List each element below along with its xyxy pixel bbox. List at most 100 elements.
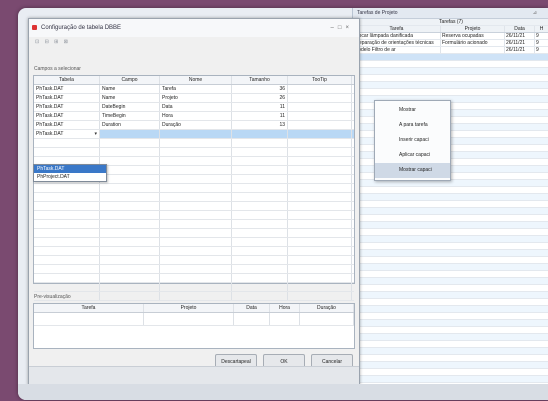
cell[interactable]: Hora xyxy=(160,112,232,120)
cell xyxy=(232,211,288,219)
menu-item-a-para-tarefa[interactable]: A para tarefa xyxy=(375,118,450,133)
cell xyxy=(100,265,160,273)
chevron-down-icon[interactable]: ▾ xyxy=(94,130,97,138)
minimize-icon[interactable]: – xyxy=(331,25,338,31)
table-row[interactable]: Preparação de orientações técnicas Formu… xyxy=(353,40,548,47)
cell[interactable] xyxy=(232,130,288,138)
column-header-duracao[interactable]: Duração xyxy=(300,304,354,312)
table-row[interactable]: PhTask.DAT Name Projeto 26 xyxy=(34,94,354,103)
column-header-tabela[interactable]: Tabela xyxy=(34,76,100,84)
empty-row xyxy=(34,238,354,247)
cell[interactable] xyxy=(288,94,352,102)
table-row[interactable]: PhTask.DAT TimeBegin Hora 11 xyxy=(34,112,354,121)
cell xyxy=(232,238,288,246)
editing-row[interactable]: PhTask.DAT ▾ xyxy=(34,130,354,139)
table-row[interactable]: Modelo Filtro de ar 26/11/21 9 xyxy=(353,47,548,54)
table-row[interactable] xyxy=(34,313,354,326)
cell xyxy=(160,139,232,147)
column-header-projeto[interactable]: Projeto xyxy=(144,304,234,312)
cell[interactable]: PhTask.DAT xyxy=(34,94,100,102)
table-row[interactable]: PhTask.DAT Duration Duração 13 xyxy=(34,121,354,130)
cell[interactable]: DateBegin xyxy=(100,103,160,111)
cell[interactable] xyxy=(288,85,352,93)
empty-row xyxy=(34,184,354,193)
cell xyxy=(34,265,100,273)
column-header-tamanho[interactable]: Tamanho xyxy=(232,76,288,84)
cell[interactable]: 36 xyxy=(232,85,288,93)
cell[interactable]: 11 xyxy=(232,112,288,120)
cell xyxy=(288,211,352,219)
menu-item-aplicar-capaci[interactable]: Aplicar capaci xyxy=(375,148,450,163)
dialog-toolbar[interactable]: ⊡ ⊟ ⊞ ⊠ xyxy=(29,37,359,47)
cell xyxy=(100,220,160,228)
dropdown-option[interactable]: PhProject.DAT xyxy=(34,173,106,181)
cell[interactable]: Projeto xyxy=(160,94,232,102)
cell[interactable]: PhTask.DAT xyxy=(34,103,100,111)
empty-row xyxy=(34,283,354,292)
table-row[interactable]: Trocar lâmpada danificada Reserva ocupad… xyxy=(353,33,548,40)
cell[interactable]: TimeBegin xyxy=(100,112,160,120)
column-header-tarefa[interactable]: Tarefa xyxy=(353,26,441,32)
cell[interactable]: PhTask.DAT xyxy=(34,85,100,93)
table-combo[interactable]: PhTask.DAT ▾ xyxy=(34,130,100,138)
table-row[interactable] xyxy=(353,54,548,61)
cell[interactable]: 13 xyxy=(232,121,288,129)
column-header-campo[interactable]: Campo xyxy=(100,76,160,84)
cell[interactable]: PhTask.DAT xyxy=(34,121,100,129)
table-row[interactable]: PhTask.DAT Name Tarefa 36 xyxy=(34,85,354,94)
cell[interactable] xyxy=(288,112,352,120)
empty-row xyxy=(34,265,354,274)
menu-item-mostrar-capaci[interactable]: Mostrar capaci xyxy=(375,163,450,178)
cell[interactable]: 11 xyxy=(232,103,288,111)
cell[interactable]: 26 xyxy=(232,94,288,102)
cell[interactable]: Name xyxy=(100,85,160,93)
column-header-data[interactable]: Data xyxy=(234,304,270,312)
cell xyxy=(288,184,352,192)
empty-row xyxy=(34,229,354,238)
column-header-hora[interactable]: Hora xyxy=(270,304,300,312)
cell[interactable]: PhTask.DAT xyxy=(34,112,100,120)
empty-row xyxy=(353,285,548,292)
table-row[interactable]: PhTask.DAT DateBegin Data 11 xyxy=(34,103,354,112)
cell xyxy=(300,313,354,325)
column-header-h[interactable]: H xyxy=(535,26,548,32)
menu-item-mostrar[interactable]: Mostrar xyxy=(375,103,450,118)
pin-icon[interactable]: ⊿ xyxy=(533,8,537,18)
cell xyxy=(232,157,288,165)
cell xyxy=(100,256,160,264)
empty-row xyxy=(353,348,548,355)
column-header-data[interactable]: Data xyxy=(505,26,535,32)
cell xyxy=(288,166,352,174)
cell xyxy=(160,292,232,300)
cell[interactable]: Duração xyxy=(160,121,232,129)
empty-row xyxy=(34,202,354,211)
close-icon[interactable]: × xyxy=(345,25,353,31)
column-header-tooltip[interactable]: TooTip xyxy=(288,76,352,84)
cell[interactable] xyxy=(160,130,232,138)
empty-row xyxy=(353,369,548,376)
cell[interactable] xyxy=(288,121,352,129)
cell: Reserva ocupadas xyxy=(441,33,505,39)
dropdown-option[interactable]: PhTask.DAT xyxy=(34,165,106,173)
cell[interactable] xyxy=(288,130,352,138)
cell[interactable]: Tarefa xyxy=(160,85,232,93)
cell[interactable] xyxy=(100,130,160,138)
cell[interactable]: Duration xyxy=(100,121,160,129)
menu-item-inserir-capaci[interactable]: Inserir capaci xyxy=(375,133,450,148)
empty-row xyxy=(353,229,548,236)
cell[interactable]: Name xyxy=(100,94,160,102)
column-header-tarefa[interactable]: Tarefa xyxy=(34,304,144,312)
cell xyxy=(34,193,100,201)
empty-row xyxy=(353,250,548,257)
cell[interactable] xyxy=(288,103,352,111)
empty-row xyxy=(353,215,548,222)
column-header-nome[interactable]: Nome xyxy=(160,76,232,84)
empty-row xyxy=(34,211,354,220)
empty-row xyxy=(353,222,548,229)
column-header-projeto[interactable]: Projeto xyxy=(441,26,505,32)
tasks-window-title-text: Tarefas de Projeto xyxy=(357,10,398,16)
cell[interactable]: Data xyxy=(160,103,232,111)
empty-row xyxy=(353,334,548,341)
cell xyxy=(100,193,160,201)
cell xyxy=(232,166,288,174)
